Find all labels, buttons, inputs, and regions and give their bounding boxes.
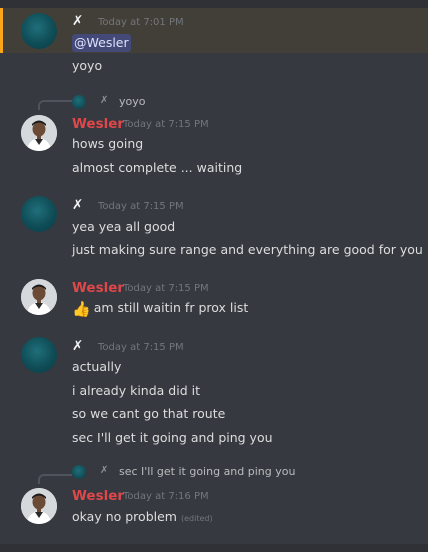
message-text: 👍 am still waitin fr prox list [72, 300, 248, 318]
timestamp: Today at 7:15 PM [123, 119, 209, 130]
reply-connector [38, 474, 72, 484]
reply-connector [38, 100, 72, 110]
username[interactable]: ✗ [72, 197, 83, 213]
username[interactable]: Wesler [72, 280, 124, 296]
username[interactable]: ✗ [72, 338, 83, 354]
user-avatar[interactable] [21, 337, 57, 373]
username[interactable]: Wesler [72, 488, 124, 504]
timestamp: Today at 7:16 PM [123, 491, 209, 502]
bottom-edge [0, 544, 428, 552]
mention-highlight [0, 8, 428, 53]
reply-preview[interactable]: yoyo [119, 95, 145, 108]
message-text: yea yea all good [72, 219, 176, 234]
message-text: sec I'll get it going and ping you [72, 430, 273, 445]
top-edge [0, 0, 428, 8]
wesler-avatar[interactable] [21, 279, 57, 315]
timestamp: Today at 7:15 PM [123, 283, 209, 294]
message-text: almost complete ... waiting [72, 160, 243, 175]
chat-messages: ✗ Today at 7:01 PM @Wesler yoyo ✗ yoyo W… [0, 0, 428, 552]
message-text: just making sure range and everything ar… [72, 242, 423, 257]
timestamp: Today at 7:15 PM [98, 342, 184, 353]
message-text: okay no problem (edited) [72, 509, 213, 524]
thumbs-up-emoji: 👍 [72, 300, 91, 318]
message-text: hows going [72, 136, 144, 151]
wesler-avatar[interactable] [21, 115, 57, 151]
reply-avatar [72, 465, 86, 479]
reply-author[interactable]: ✗ [100, 95, 108, 106]
user-mention[interactable]: @Wesler [72, 34, 131, 52]
reply-preview[interactable]: sec I'll get it going and ping you [119, 465, 295, 478]
timestamp: Today at 7:01 PM [98, 17, 184, 28]
message-text-content: am still waitin fr prox list [93, 300, 249, 315]
username[interactable]: Wesler [72, 116, 124, 132]
person-icon [21, 279, 57, 315]
username[interactable]: ✗ [72, 13, 83, 29]
message-text: so we cant go that route [72, 406, 226, 421]
reply-avatar [72, 95, 86, 109]
timestamp: Today at 7:15 PM [98, 201, 184, 212]
reply-author[interactable]: ✗ [100, 465, 108, 476]
wesler-avatar[interactable] [21, 488, 57, 524]
message-text: yoyo [72, 58, 103, 73]
person-icon [21, 488, 57, 524]
person-icon [21, 115, 57, 151]
message-text: actually [72, 359, 122, 374]
edited-label: (edited) [180, 514, 213, 523]
user-avatar[interactable] [21, 13, 57, 49]
message-text: i already kinda did it [72, 383, 200, 398]
message-text-content: okay no problem [72, 509, 177, 524]
user-avatar[interactable] [21, 196, 57, 232]
